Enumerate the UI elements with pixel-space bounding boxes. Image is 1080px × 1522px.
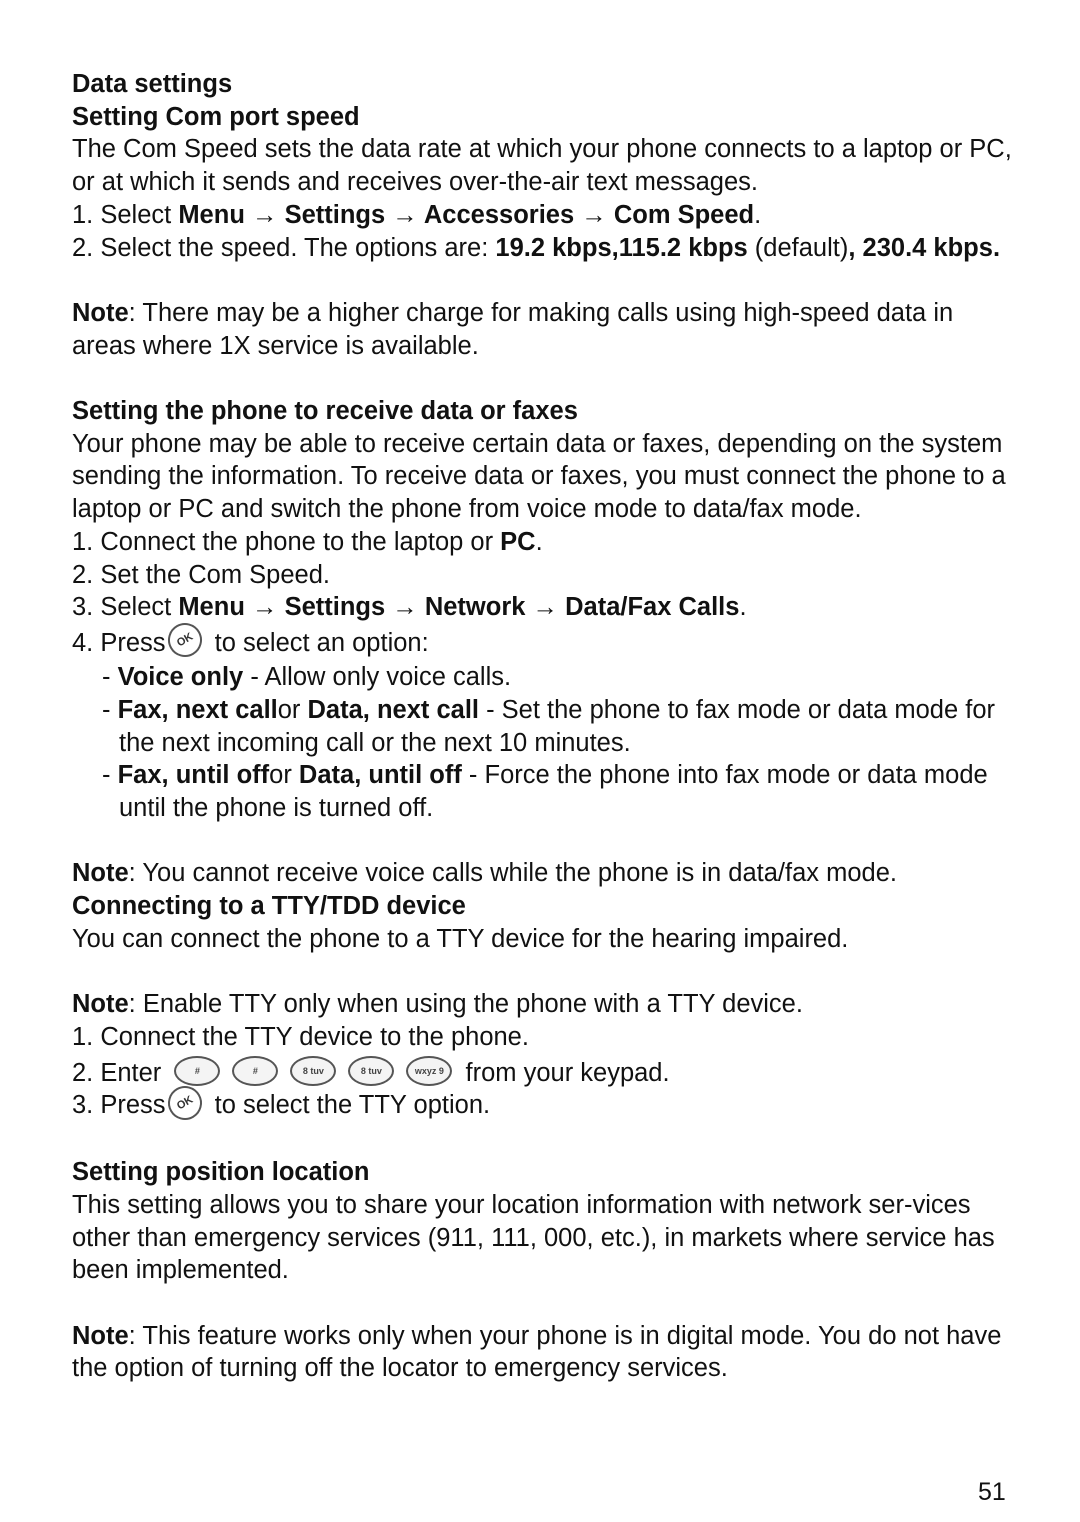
heading-com-port-speed: Setting Com port speed [72,102,360,131]
position-location-note: Note: This feature works only when your … [72,1321,1002,1383]
com-speed-step-1: 1. Select Menu → Settings → Accessories … [72,200,762,229]
heading-tty-tdd: Connecting to a TTY/TDD device [72,892,466,921]
menu-label: Menu [178,200,245,229]
ok-key-icon: OK [161,616,208,664]
fax-step-4: 4. Press OK to select an option: [72,616,1017,664]
fax-step-3: 3. Select Menu → Settings → Network → Da… [72,593,747,622]
pound-key-icon: # [174,1055,221,1086]
tty-note: Note: Enable TTY only when using the pho… [72,990,803,1019]
option-voice-only: - Voice only - Allow only voice calls. [102,663,512,692]
position-location-intro: This setting allows you to share your lo… [72,1190,995,1285]
tty-step-2: 2. Enter # #8 tuv 8 tuv wxyz 9 from your ke… [72,1055,1017,1090]
arrow-icon: → [244,593,285,622]
option-next-call: - Fax, next callor Data, next call - Set… [102,695,995,757]
arrow-icon: → [385,200,424,229]
heading-receive-data-faxes: Setting the phone to receive data or fax… [72,397,578,425]
tty-step-3: 3. Press OK to select the TTY option. [72,1079,1017,1126]
arrow-icon: → [244,200,285,229]
com-speed-note: Note: There may be a higher charge for m… [72,298,954,360]
page-number: 51 [978,1478,1006,1506]
com-speed-intro: The Com Speed sets the data rate at whic… [72,135,1012,197]
arrow-icon: → [385,593,425,622]
option-until-off: - Fax, until offor Data, until off - For… [102,761,988,822]
eight-key-icon: 8 tuv [290,1055,337,1086]
tty-intro: You can connect the phone to a TTY devic… [72,924,849,953]
arrow-icon: → [574,200,614,229]
receive-data-intro: Your phone may be able to receive certai… [72,429,1006,524]
section-title-data-settings: Data settings [72,70,233,98]
tty-step-1: 1. Connect the TTY device to the phone. [72,1022,529,1051]
fax-step-1: 1. Connect the phone to the laptop or PC… [72,527,543,556]
fax-step-2: 2. Set the Com Speed. [72,560,330,589]
eight-key-icon: 8 tuv [348,1055,395,1086]
com-speed-step-2: 2. Select the speed. The options are: 19… [72,233,1001,262]
manual-page: Data settings Setting Com port speed The… [72,68,1017,1385]
pound-key-icon: # [232,1055,279,1086]
nine-key-icon: wxyz 9 [406,1055,453,1086]
heading-position-location: Setting position location [72,1158,370,1187]
datafax-note: Note: You cannot receive voice calls whi… [72,859,897,888]
arrow-icon: → [525,593,566,622]
